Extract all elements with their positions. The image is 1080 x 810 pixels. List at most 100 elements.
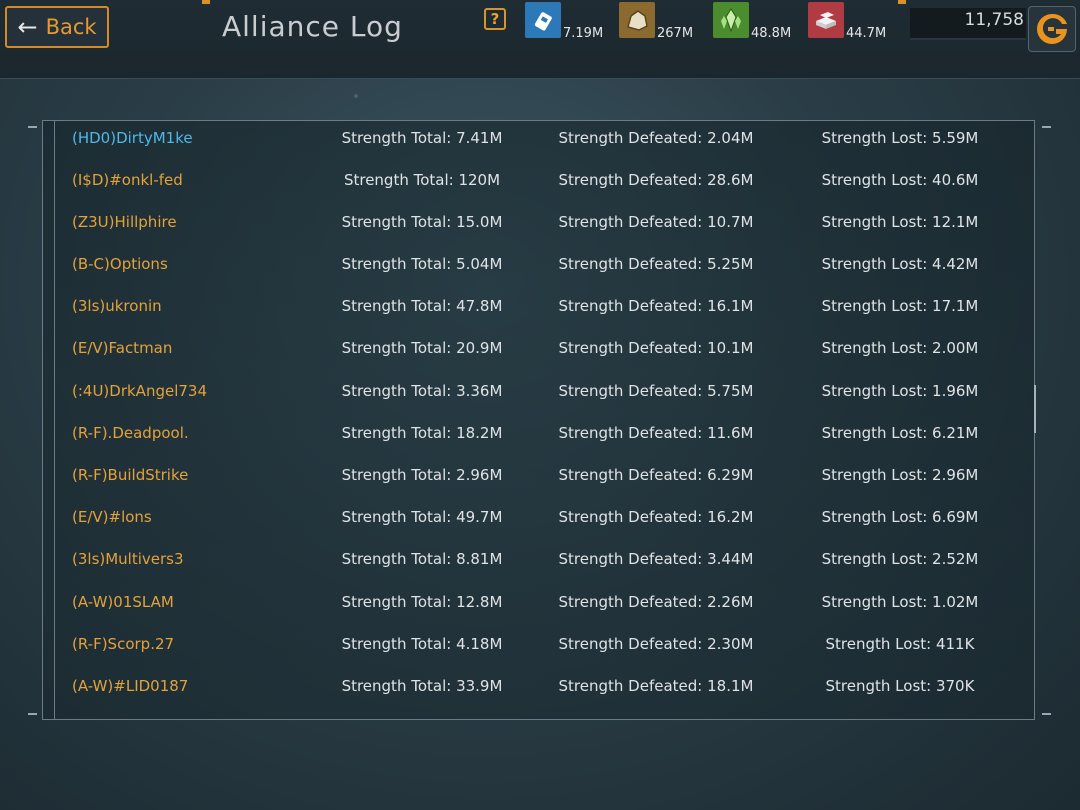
log-row[interactable]: (B-C)Options Strength Total: 5.04M Stren… (56, 243, 1026, 285)
player-name[interactable]: (HD0)DirtyM1ke (72, 129, 193, 147)
log-row[interactable]: (:4U)DrkAngel734 Strength Total: 3.36M S… (56, 370, 1026, 412)
player-name[interactable]: (I$D)#onkl-fed (72, 171, 183, 189)
strength-defeated: Strength Defeated: 2.04M (558, 129, 754, 147)
strength-defeated: Strength Defeated: 10.1M (558, 339, 754, 357)
back-arrow-icon: ← (17, 13, 38, 41)
crystal-icon (713, 2, 749, 38)
strength-defeated: Strength Defeated: 5.75M (558, 382, 754, 400)
strength-total: Strength Total: 20.9M (341, 339, 503, 357)
resource-crystal[interactable]: 48.8M (713, 2, 801, 41)
log-row[interactable]: (E/V)#lons Strength Total: 49.7M Strengt… (56, 496, 1026, 538)
player-name[interactable]: (E/V)#lons (72, 508, 152, 526)
top-bar: ← Back Alliance Log ? 7.19M 267M 48.8M 4… (0, 0, 1080, 79)
background-dot (354, 94, 358, 98)
gold-amount: 11,758 (964, 10, 1024, 30)
top-accent-right (898, 0, 906, 4)
panel-corner-bl (28, 713, 37, 715)
strength-lost: Strength Lost: 411K (825, 635, 975, 653)
strength-defeated: Strength Defeated: 28.6M (558, 171, 754, 189)
strength-lost: Strength Lost: 4.42M (821, 255, 979, 273)
strength-total: Strength Total: 12.8M (341, 593, 503, 611)
player-name[interactable]: (A-W)#LID0187 (72, 677, 188, 695)
log-row[interactable]: (E/V)Factman Strength Total: 20.9M Stren… (56, 327, 1026, 369)
strength-lost: Strength Lost: 12.1M (821, 213, 979, 231)
strength-total: Strength Total: 5.04M (341, 255, 503, 273)
list-scrollbar[interactable] (1034, 385, 1036, 433)
strength-lost: Strength Lost: 370K (825, 677, 975, 695)
strength-total: Strength Total: 8.81M (341, 550, 503, 568)
back-label: Back (45, 15, 97, 39)
gold-balance: 11,758 (910, 8, 1026, 40)
log-row[interactable]: (I$D)#onkl-fed Strength Total: 120M Stre… (56, 159, 1026, 201)
log-row[interactable]: (R-F)BuildStrike Strength Total: 2.96M S… (56, 454, 1026, 496)
metal-bars-icon (808, 2, 844, 38)
help-button[interactable]: ? (484, 8, 506, 30)
panel-corner-tl (28, 126, 37, 128)
log-row[interactable]: (A-W)#LID0187 Strength Total: 33.9M Stre… (56, 665, 1026, 707)
strength-lost: Strength Lost: 1.96M (821, 382, 979, 400)
strength-total: Strength Total: 7.41M (341, 129, 503, 147)
resource-metal[interactable]: 44.7M (808, 2, 894, 41)
log-row[interactable]: (A-W)01SLAM Strength Total: 12.8M Streng… (56, 581, 1026, 623)
strength-lost: Strength Lost: 6.21M (821, 424, 979, 442)
crystal-amount: 48.8M (751, 26, 792, 41)
strength-lost: Strength Lost: 2.96M (821, 466, 979, 484)
strength-total: Strength Total: 3.36M (341, 382, 503, 400)
strength-lost: Strength Lost: 2.00M (821, 339, 979, 357)
player-name[interactable]: (3ls)Multivers3 (72, 550, 184, 568)
strength-lost: Strength Lost: 40.6M (821, 171, 979, 189)
strength-total: Strength Total: 4.18M (341, 635, 503, 653)
log-row[interactable]: (3ls)Multivers3 Strength Total: 8.81M St… (56, 538, 1026, 580)
strength-total: Strength Total: 2.96M (341, 466, 503, 484)
player-name[interactable]: (Z3U)Hillphire (72, 213, 177, 231)
strength-total: Strength Total: 33.9M (341, 677, 503, 695)
strength-defeated: Strength Defeated: 2.30M (558, 635, 754, 653)
strength-total: Strength Total: 120M (343, 171, 501, 189)
log-row[interactable]: (Z3U)Hillphire Strength Total: 15.0M Str… (56, 201, 1026, 243)
player-name[interactable]: (R-F)Scorp.27 (72, 635, 174, 653)
strength-lost: Strength Lost: 5.59M (821, 129, 979, 147)
page-title: Alliance Log (222, 10, 403, 43)
player-name[interactable]: (E/V)Factman (72, 339, 172, 357)
strength-defeated: Strength Defeated: 6.29M (558, 466, 754, 484)
log-row[interactable]: (R-F)Scorp.27 Strength Total: 4.18M Stre… (56, 623, 1026, 665)
metal-amount: 44.7M (846, 26, 887, 41)
log-row[interactable]: (HD0)DirtyM1ke Strength Total: 7.41M Str… (56, 117, 1026, 159)
strength-lost: Strength Lost: 17.1M (821, 297, 979, 315)
player-name[interactable]: (R-F).Deadpool. (72, 424, 189, 442)
gold-store-button[interactable] (1028, 6, 1076, 52)
player-name[interactable]: (B-C)Options (72, 255, 168, 273)
strength-defeated: Strength Defeated: 3.44M (558, 550, 754, 568)
strength-defeated: Strength Defeated: 10.7M (558, 213, 754, 231)
strength-defeated: Strength Defeated: 2.26M (558, 593, 754, 611)
resource-fuel[interactable]: 7.19M (525, 2, 607, 41)
back-button[interactable]: ← Back (5, 6, 109, 48)
fuel-canister-icon (525, 2, 561, 38)
strength-total: Strength Total: 15.0M (341, 213, 503, 231)
fuel-amount: 7.19M (563, 26, 604, 41)
ore-amount: 267M (657, 26, 694, 41)
panel-corner-br (1042, 713, 1051, 715)
player-name[interactable]: (A-W)01SLAM (72, 593, 174, 611)
strength-total: Strength Total: 47.8M (341, 297, 503, 315)
strength-defeated: Strength Defeated: 18.1M (558, 677, 754, 695)
strength-defeated: Strength Defeated: 16.1M (558, 297, 754, 315)
log-row[interactable]: (R-F).Deadpool. Strength Total: 18.2M St… (56, 412, 1026, 454)
strength-lost: Strength Lost: 2.52M (821, 550, 979, 568)
panel-corner-tr (1042, 126, 1051, 128)
strength-defeated: Strength Defeated: 11.6M (558, 424, 754, 442)
strength-defeated: Strength Defeated: 16.2M (558, 508, 754, 526)
player-name[interactable]: (3ls)ukronin (72, 297, 162, 315)
strength-defeated: Strength Defeated: 5.25M (558, 255, 754, 273)
gold-coin-icon (1037, 13, 1067, 45)
strength-lost: Strength Lost: 6.69M (821, 508, 979, 526)
strength-lost: Strength Lost: 1.02M (821, 593, 979, 611)
top-accent-left (202, 0, 210, 4)
log-row[interactable]: (3ls)ukronin Strength Total: 47.8M Stren… (56, 285, 1026, 327)
player-name[interactable]: (R-F)BuildStrike (72, 466, 188, 484)
resource-ore[interactable]: 267M (619, 2, 705, 41)
strength-total: Strength Total: 49.7M (341, 508, 503, 526)
ore-rock-icon (619, 2, 655, 38)
player-name[interactable]: (:4U)DrkAngel734 (72, 382, 207, 400)
strength-total: Strength Total: 18.2M (341, 424, 503, 442)
